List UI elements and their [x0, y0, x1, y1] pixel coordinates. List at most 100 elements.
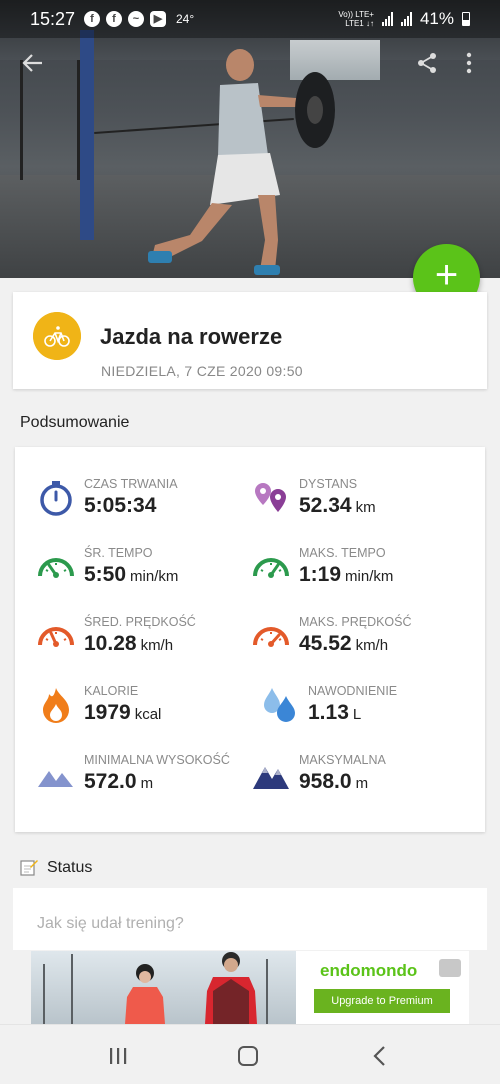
recent-apps-icon[interactable] — [108, 1047, 128, 1065]
speedometer-icon — [38, 558, 74, 578]
stat-min-altitude: MINIMALNA WYSOKOŚĆ 572.0 m — [37, 753, 257, 803]
stat-label: CZAS TRWANIA — [84, 477, 178, 491]
stat-unit: min/km — [345, 568, 394, 585]
ad-badge-icon — [439, 959, 461, 977]
share-icon[interactable] — [416, 52, 438, 74]
stat-distance: DYSTANS 52.34 km — [252, 477, 472, 527]
speedometer-icon — [253, 558, 289, 578]
stat-label: KALORIE — [84, 684, 139, 698]
bicycle-icon — [33, 312, 81, 360]
status-input[interactable] — [25, 900, 475, 948]
ad-banner[interactable]: endomondo Upgrade to Premium — [31, 951, 469, 1024]
activity-date: NIEDZIELA, 7 CZE 2020 09:50 — [101, 363, 303, 379]
stat-duration: CZAS TRWANIA 5:05:34 — [37, 477, 257, 527]
stat-hydration: NAWODNIENIE 1.13 L — [260, 684, 480, 734]
status-time: 15:27 — [30, 9, 76, 29]
ad-runner-man — [205, 952, 257, 1024]
stat-number: 52.34 — [299, 494, 352, 517]
network-label: Vo)) LTE+ LTE1 ↓↑ — [338, 10, 374, 28]
stat-max-speed: MAKS. PRĘDKOŚĆ 45.52 km/h — [252, 615, 472, 665]
speedometer-icon — [253, 627, 289, 647]
signal-icon — [400, 12, 412, 26]
stat-max-altitude: MAKSYMALNA 958.0 m — [252, 753, 472, 803]
athlete-illustration — [148, 49, 335, 275]
youtube-icon: ▶ — [150, 11, 166, 27]
stat-unit: L — [352, 706, 362, 723]
upgrade-premium-button[interactable]: Upgrade to Premium — [314, 989, 450, 1013]
mountains-icon — [38, 771, 73, 787]
stat-number: 1:19 — [299, 563, 342, 586]
system-nav-bar — [0, 1024, 500, 1084]
status-right: Vo)) LTE+ LTE1 ↓↑ 41% — [338, 9, 470, 29]
speedometer-icon — [38, 627, 74, 647]
facebook-icon: f — [106, 11, 122, 27]
battery-percent: 41% — [419, 9, 454, 28]
stopwatch-icon — [40, 481, 72, 516]
stat-unit: km — [355, 499, 376, 516]
stat-avg-speed: ŚRED. PRĘDKOŚĆ 10.28 km/h — [37, 615, 257, 665]
stat-number: 45.52 — [299, 632, 352, 655]
stat-label: ŚRED. PRĘDKOŚĆ — [84, 615, 196, 629]
hero-post — [80, 30, 94, 240]
hero-image: 15:27 f f ~ ▶ 24° Vo)) LTE+ LTE1 ↓↑ 41% — [0, 0, 500, 278]
stat-unit: m — [140, 775, 154, 792]
network-label-top: Vo)) LTE+ — [338, 10, 374, 19]
stat-value: 958.0 m — [299, 770, 368, 794]
back-arrow-icon[interactable] — [22, 52, 44, 74]
stat-label: MAKSYMALNA — [299, 753, 386, 767]
water-drops-icon — [264, 688, 295, 722]
summary-section-title: Podsumowanie — [20, 414, 130, 431]
stat-unit: min/km — [130, 568, 179, 585]
stat-calories: KALORIE 1979 kcal — [37, 684, 257, 734]
stat-label: DYSTANS — [299, 477, 358, 491]
messenger-icon: ~ — [128, 11, 144, 27]
stat-avg-pace: ŚR. TEMPO 5:50 min/km — [37, 546, 257, 596]
activity-header-card: Jazda na rowerze NIEDZIELA, 7 CZE 2020 0… — [13, 292, 487, 389]
flame-icon — [43, 688, 69, 723]
stat-unit: kcal — [134, 706, 162, 723]
ad-panel: endomondo Upgrade to Premium — [296, 951, 469, 1024]
stat-number: 10.28 — [84, 632, 137, 655]
facebook-icon: f — [84, 11, 100, 27]
stat-value: 10.28 km/h — [84, 632, 173, 656]
stat-value: 572.0 m — [84, 770, 153, 794]
stat-label: MINIMALNA WYSOKOŚĆ — [84, 753, 230, 767]
mountains-icon — [253, 767, 289, 789]
notification-icons: f f ~ ▶ — [84, 11, 166, 27]
stat-number: 572.0 — [84, 770, 137, 793]
stat-number: 1.13 — [308, 701, 349, 724]
stat-number: 958.0 — [299, 770, 352, 793]
ad-runner-woman — [125, 964, 165, 1024]
stat-value: 45.52 km/h — [299, 632, 388, 656]
stat-unit: km/h — [140, 637, 174, 654]
ad-tree — [43, 964, 45, 1024]
stat-unit: m — [355, 775, 369, 792]
stat-label: MAKS. TEMPO — [299, 546, 386, 560]
status-card — [13, 888, 487, 950]
summary-card: CZAS TRWANIA 5:05:34 DYSTANS 52.34 km ŚR.… — [15, 447, 485, 832]
stat-number: 1979 — [84, 701, 131, 724]
stat-label: NAWODNIENIE — [308, 684, 398, 698]
stat-unit: km/h — [355, 637, 389, 654]
stat-label: MAKS. PRĘDKOŚĆ — [299, 615, 412, 629]
signal-icon — [381, 12, 393, 26]
home-icon[interactable] — [238, 1046, 258, 1066]
location-pins-icon — [255, 483, 286, 512]
stat-number: 5:50 — [84, 563, 127, 586]
battery-icon — [462, 12, 470, 26]
back-icon[interactable] — [370, 1045, 390, 1067]
activity-sport-title: Jazda na rowerze — [100, 324, 283, 349]
network-label-bottom: LTE1 ↓↑ — [345, 19, 374, 28]
stat-value: 1:19 min/km — [299, 563, 393, 587]
stat-value: 1979 kcal — [84, 701, 161, 725]
ad-tree — [71, 954, 73, 1024]
system-status-bar: 15:27 f f ~ ▶ 24° Vo)) LTE+ LTE1 ↓↑ 41% — [0, 0, 500, 38]
stat-value: 1.13 L — [308, 701, 361, 725]
more-options-icon[interactable] — [466, 52, 472, 74]
stat-value: 5:05:34 — [84, 494, 160, 518]
stat-value: 52.34 km — [299, 494, 376, 518]
hero-rig — [20, 60, 80, 180]
stat-value: 5:50 min/km — [84, 563, 178, 587]
stat-number: 5:05:34 — [84, 494, 157, 517]
stat-label: ŚR. TEMPO — [84, 546, 153, 560]
